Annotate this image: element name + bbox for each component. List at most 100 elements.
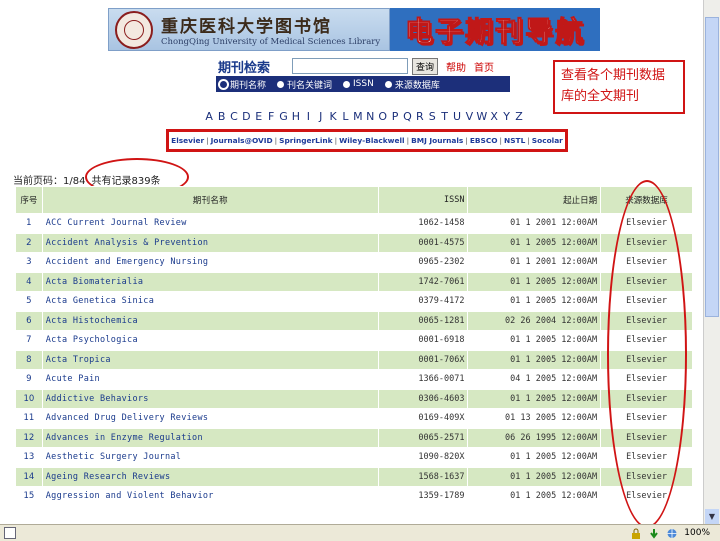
page-title: 电子期刊导航	[404, 14, 585, 48]
journal-name-link[interactable]: Aesthetic Surgery Journal	[41, 447, 379, 468]
letter-link-h[interactable]: H	[290, 110, 302, 123]
date-range-cell: 01 1 2005 12:00AM	[467, 388, 602, 409]
journal-name-link[interactable]: Accident and Emergency Nursing	[41, 252, 379, 273]
letter-link-v[interactable]: V	[463, 110, 475, 123]
issn-cell: 0001-706X	[377, 349, 469, 370]
help-link[interactable]: 帮助	[446, 59, 466, 74]
letter-link-e[interactable]: E	[253, 110, 265, 123]
issn-cell: 0965-2302	[377, 252, 469, 273]
source-link[interactable]: BMJ Journals	[411, 136, 463, 145]
letter-link-t[interactable]: T	[438, 110, 450, 123]
source-link[interactable]: SpringerLink	[279, 136, 332, 145]
option-source-db[interactable]: 来源数据库	[381, 78, 440, 91]
row-number: 1	[15, 213, 43, 234]
letter-link-a[interactable]: A	[203, 110, 215, 123]
letter-link-f[interactable]: F	[265, 110, 277, 123]
source-link[interactable]: Elsevier	[171, 136, 204, 145]
journal-name-link[interactable]: Acta Genetica Sinica	[41, 291, 379, 312]
radio-selected-icon[interactable]	[220, 80, 227, 88]
journal-name-link[interactable]: Acta Tropica	[41, 349, 379, 370]
letter-link-o[interactable]: O	[376, 110, 388, 123]
journal-name-link[interactable]: Advanced Drug Delivery Reviews	[41, 408, 379, 429]
home-link[interactable]: 首页	[474, 59, 494, 74]
source-link[interactable]: Journals@OVID	[211, 136, 273, 145]
library-logo: 重庆医科大学图书馆 ChongQing University of Medica…	[108, 8, 390, 51]
row-number: 9	[15, 369, 43, 390]
journal-name-link[interactable]: Addictive Behaviors	[41, 388, 379, 409]
letter-link-u[interactable]: U	[451, 110, 463, 123]
letter-link-d[interactable]: D	[240, 110, 252, 123]
journal-name-link[interactable]: Acta Psychologica	[41, 330, 379, 351]
scroll-thumb[interactable]	[705, 17, 719, 317]
separator: |	[499, 136, 503, 145]
separator: |	[206, 136, 209, 145]
letter-link-b[interactable]: B	[215, 110, 227, 123]
header-name: 期刊名称	[41, 186, 379, 214]
issn-cell: 1359-1789	[377, 486, 469, 507]
source-link[interactable]: Socolar	[532, 136, 563, 145]
search-heading: 期刊检索	[218, 60, 271, 76]
journal-name-link[interactable]: ACC Current Journal Review	[41, 213, 379, 234]
scrollbar[interactable]: ▼	[703, 0, 720, 524]
scroll-down-arrow-icon[interactable]: ▼	[705, 509, 719, 524]
journal-name-link[interactable]: Accident Analysis & Prevention	[41, 232, 379, 253]
issn-cell: 0065-1281	[377, 310, 469, 331]
journal-name-link[interactable]: Aggression and Violent Behavior	[41, 486, 379, 507]
letter-link-i[interactable]: I	[302, 110, 314, 123]
row-number: 13	[15, 447, 43, 468]
option-keyword[interactable]: 刊名关键词	[273, 78, 332, 91]
letter-link-w[interactable]: W	[476, 110, 488, 123]
letter-link-g[interactable]: G	[277, 110, 289, 123]
source-link[interactable]: Wiley-Blackwell	[339, 136, 404, 145]
row-number: 15	[15, 486, 43, 507]
source-database-nav: Elsevier | Journals@OVID | SpringerLink | Wile…	[166, 129, 568, 152]
journal-name-link[interactable]: Ageing Research Reviews	[41, 466, 379, 487]
letter-link-m[interactable]: M	[352, 110, 364, 123]
radio-icon[interactable]	[343, 80, 351, 88]
table-row: 8 Acta Tropica 0001-706X 01 1 2005 12:00AM E…	[15, 349, 693, 370]
letter-link-q[interactable]: Q	[401, 110, 413, 123]
table-row: 5 Acta Genetica Sinica 0379-4172 01 1 2005 …	[15, 291, 693, 312]
source-link[interactable]: EBSCO	[470, 136, 498, 145]
letter-link-z[interactable]: Z	[513, 110, 525, 123]
issn-cell: 0001-4575	[377, 232, 469, 253]
date-range-cell: 01 1 2005 12:00AM	[467, 232, 602, 253]
journal-name-link[interactable]: Acta Biomaterialia	[41, 271, 379, 292]
radio-icon[interactable]	[384, 80, 392, 88]
letter-link-l[interactable]: L	[339, 110, 351, 123]
date-range-cell: 01 13 2005 12:00AM	[467, 408, 602, 429]
journal-table: 序号 期刊名称 ISSN 起止日期 来源数据库 1 ACC Current Jou…	[15, 186, 693, 507]
header-issn: ISSN	[377, 186, 469, 214]
row-number: 7	[15, 330, 43, 351]
letter-link-j[interactable]: J	[315, 110, 327, 123]
issn-cell: 0001-6918	[377, 330, 469, 351]
date-range-cell: 01 1 2001 12:00AM	[467, 252, 602, 273]
option-journal-name[interactable]: 期刊名称	[216, 78, 266, 91]
issn-cell: 1090-820X	[377, 447, 469, 468]
date-range-cell: 01 1 2005 12:00AM	[467, 330, 602, 351]
date-range-cell: 01 1 2005 12:00AM	[467, 291, 602, 312]
search-input[interactable]	[292, 58, 408, 74]
radio-icon[interactable]	[277, 80, 285, 88]
journal-name-link[interactable]: Acute Pain	[41, 369, 379, 390]
letter-link-p[interactable]: P	[389, 110, 401, 123]
search-button[interactable]: 查询	[412, 57, 439, 75]
letter-link-n[interactable]: N	[364, 110, 376, 123]
separator: |	[527, 136, 530, 145]
letter-link-k[interactable]: K	[327, 110, 339, 123]
letter-link-c[interactable]: C	[228, 110, 240, 123]
issn-cell: 1366-0071	[377, 369, 469, 390]
date-range-cell: 02 26 2004 12:00AM	[467, 310, 602, 331]
journal-name-link[interactable]: Acta Histochemica	[41, 310, 379, 331]
option-issn[interactable]: ISSN	[339, 79, 374, 89]
library-banner: 重庆医科大学图书馆 ChongQing University of Medica…	[108, 8, 600, 51]
table-row: 9 Acute Pain 1366-0071 04 1 2005 12:00AM Els…	[15, 369, 693, 390]
letter-link-r[interactable]: R	[414, 110, 426, 123]
letter-link-s[interactable]: S	[426, 110, 438, 123]
letter-link-x[interactable]: X	[488, 110, 500, 123]
zoom-level[interactable]: 100%	[684, 528, 710, 538]
date-range-cell: 01 1 2005 12:00AM	[467, 466, 602, 487]
source-link[interactable]: NSTL	[504, 136, 525, 145]
letter-link-y[interactable]: Y	[500, 110, 512, 123]
journal-name-link[interactable]: Advances in Enzyme Regulation	[41, 427, 379, 448]
